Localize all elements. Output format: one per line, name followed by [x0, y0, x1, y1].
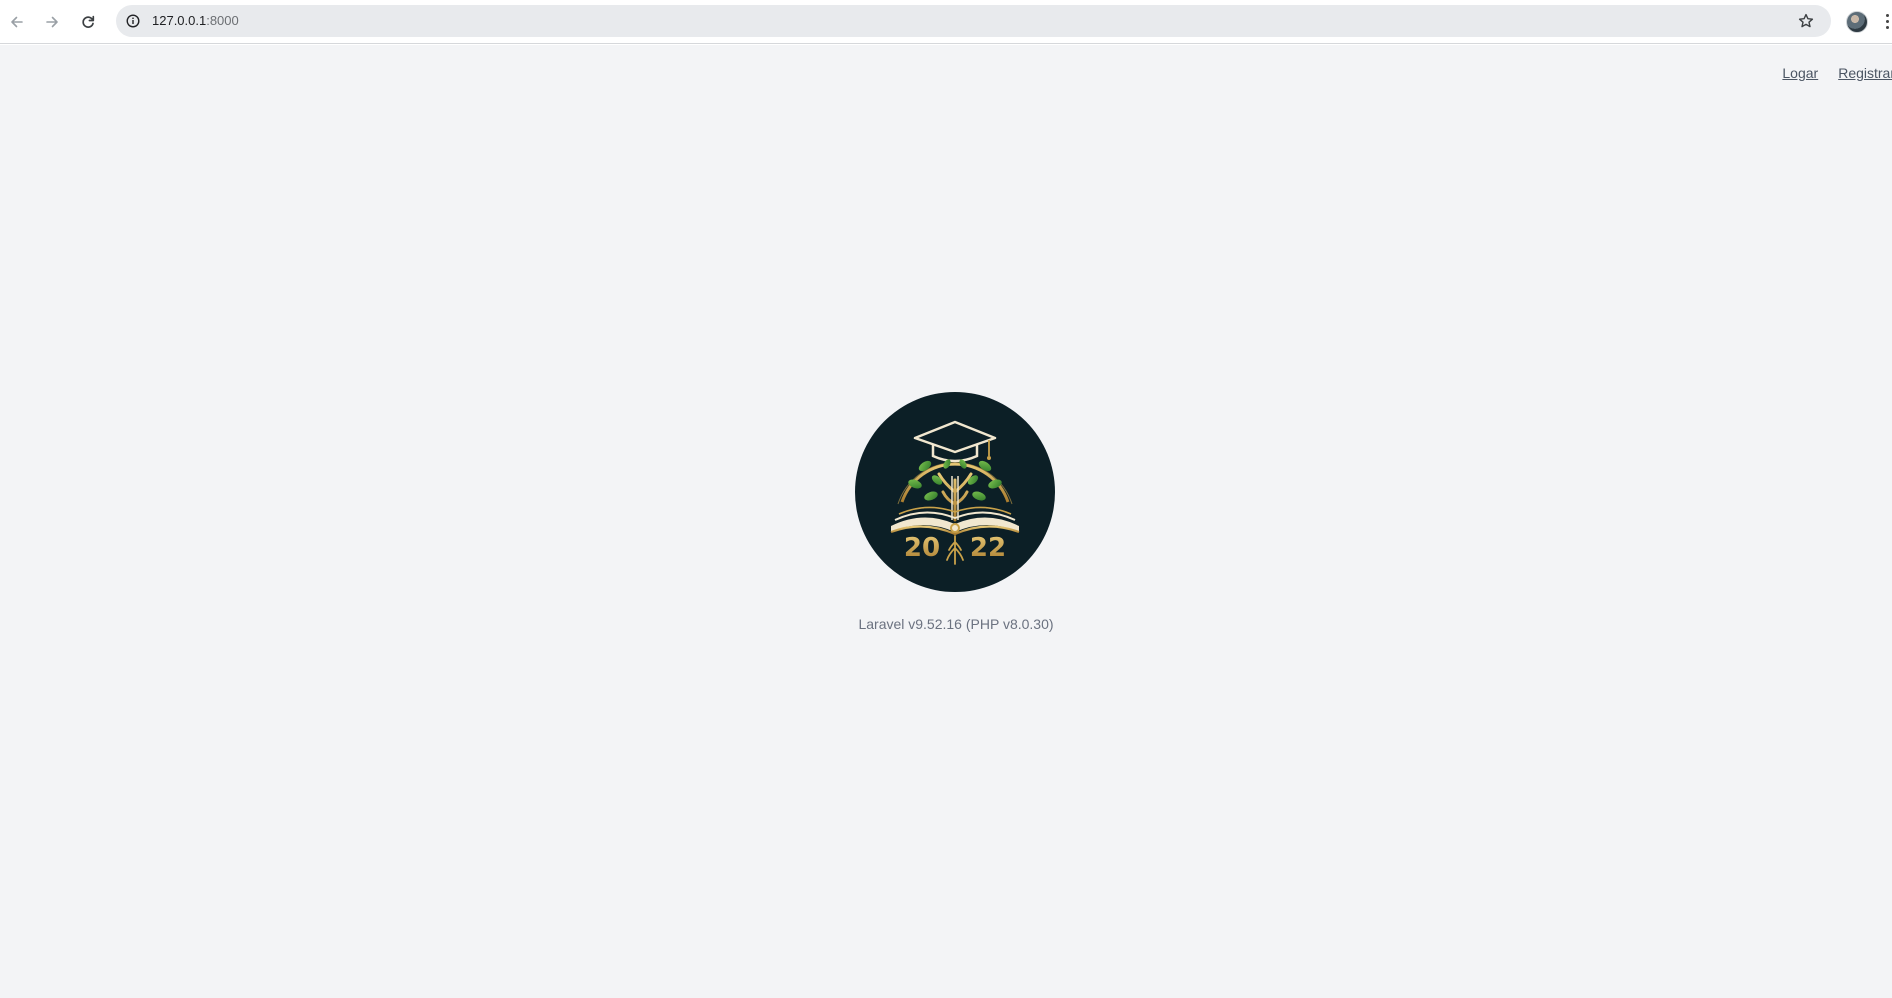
- svg-text:22: 22: [970, 533, 1006, 563]
- school-logo: 20 22: [855, 392, 1055, 592]
- svg-text:20: 20: [904, 533, 940, 563]
- url-text[interactable]: 127.0.0.1:8000: [152, 13, 239, 29]
- auth-nav: Logar Registrar: [1782, 65, 1892, 81]
- reload-button[interactable]: [72, 6, 104, 38]
- register-link[interactable]: Registrar: [1838, 65, 1892, 81]
- star-outline-icon: [1798, 13, 1814, 28]
- forward-button[interactable]: [36, 6, 68, 38]
- address-bar[interactable]: 127.0.0.1:8000: [116, 5, 1831, 37]
- back-button[interactable]: [1, 6, 33, 38]
- avatar[interactable]: [1846, 11, 1868, 33]
- site-info-button[interactable]: [122, 10, 144, 32]
- page-body: Logar Registrar 20 22 Laravel v9.52.16 (…: [0, 45, 1892, 998]
- url-host: 127.0.0.1: [152, 13, 207, 28]
- logo-graphic: 20 22: [855, 392, 1055, 592]
- arrow-left-icon: [11, 16, 23, 28]
- info-circle-icon: [126, 14, 140, 28]
- browser-toolbar: 127.0.0.1:8000: [0, 0, 1892, 44]
- kebab-menu-icon[interactable]: [1882, 12, 1892, 32]
- url-port: :8000: [206, 13, 239, 28]
- bookmark-button[interactable]: [1795, 10, 1817, 32]
- framework-version: Laravel v9.52.16 (PHP v8.0.30): [858, 616, 1054, 632]
- login-link[interactable]: Logar: [1782, 65, 1818, 81]
- arrow-right-icon: [46, 16, 58, 28]
- reload-icon: [82, 15, 95, 28]
